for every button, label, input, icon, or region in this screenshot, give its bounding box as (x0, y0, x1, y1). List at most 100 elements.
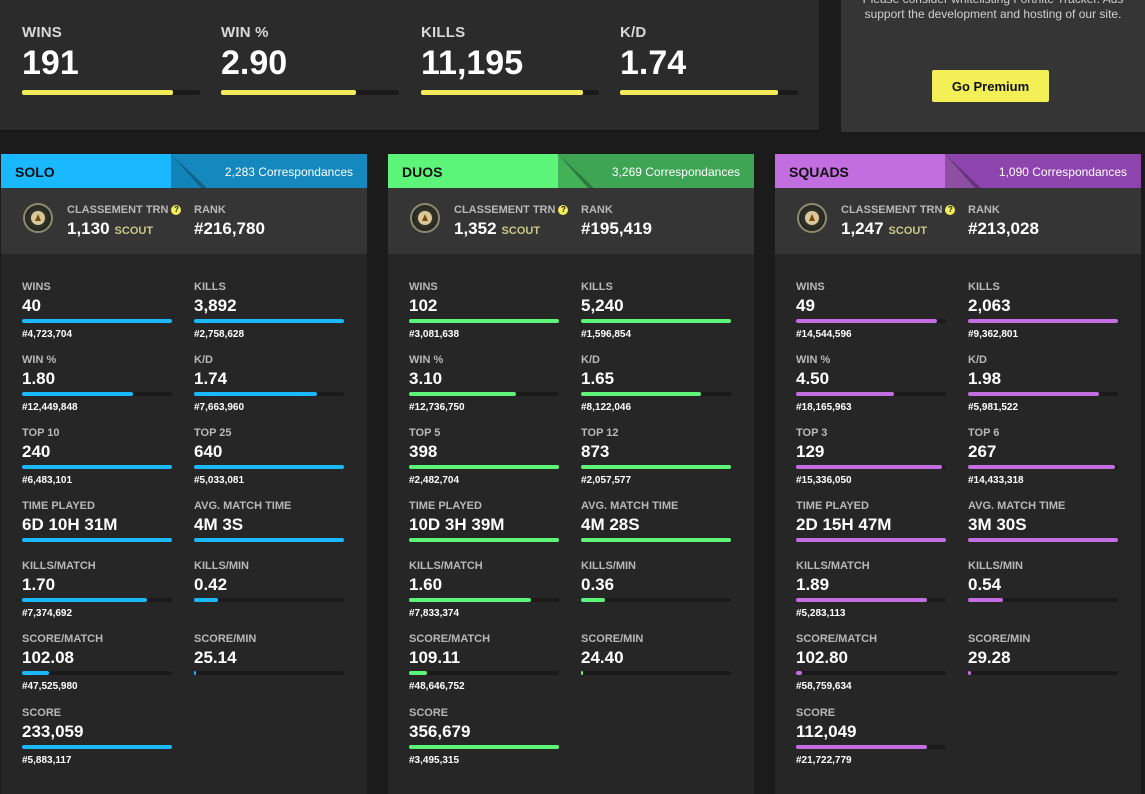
stat-bar (968, 598, 1118, 602)
stat-value: 10D 3H 39M (409, 515, 505, 534)
stat-top-12: TOP 12 873 #2,057,577 (581, 427, 731, 486)
stat-bar (194, 392, 344, 396)
stat-value: 0.36 (581, 575, 615, 594)
stat-value: 1.80 (22, 369, 56, 388)
stat-bar (796, 538, 946, 542)
stat-label: TIME PLAYED (796, 500, 869, 512)
stat-top-6: TOP 6 267 #14,433,318 (968, 427, 1118, 486)
stat-label: SCORE (409, 707, 449, 719)
lifetime-kills: KILLS 11,195 (421, 24, 599, 95)
stat-label: KILLS/MIN (194, 560, 249, 572)
trn-tier: SCOUT (114, 225, 154, 237)
stat-label: K/D (620, 24, 647, 41)
stat-win: WIN % 1.80 #12,449,848 (22, 354, 172, 413)
stat-label: SCORE/MIN (968, 633, 1031, 645)
stat-win: WIN % 4.50 #18,165,963 (796, 354, 946, 413)
trn-rating-label: CLASSEMENT TRN? (454, 204, 569, 216)
stat-rank: #47,525,980 (22, 681, 78, 692)
stat-label: KILLS/MIN (968, 560, 1023, 572)
stat-label: KILLS/MATCH (22, 560, 96, 572)
stat-rank: #9,362,801 (968, 329, 1019, 340)
help-icon[interactable]: ? (945, 205, 956, 215)
stat-bar (968, 538, 1118, 542)
stat-label: WINS (22, 24, 62, 41)
stat-value: 873 (581, 442, 610, 461)
stat-rank: #7,663,960 (194, 402, 245, 413)
stat-label: TOP 12 (581, 427, 619, 439)
rating-row: CLASSEMENT TRN? 1,352 SCOUT RANK #195,419 (388, 188, 754, 254)
ad-notice-text: Please consider whitelisting Fortnite Tr… (863, 0, 1124, 21)
stat-label: SCORE/MATCH (409, 633, 491, 645)
stat-label: WIN % (796, 354, 831, 366)
go-premium-button[interactable]: Go Premium (932, 70, 1049, 102)
stat-time-played: TIME PLAYED 2D 15H 47M (796, 500, 946, 542)
stat-bar (22, 745, 172, 749)
stat-rank: #14,544,596 (796, 329, 852, 340)
stat-value: 40 (22, 296, 41, 315)
stat-value: 0.42 (194, 575, 228, 594)
stat-rank: #7,374,692 (22, 608, 73, 619)
stat-rank: #12,449,848 (22, 402, 78, 413)
stat-top-10: TOP 10 240 #6,483,101 (22, 427, 172, 486)
stat-label: SCORE/MATCH (796, 633, 878, 645)
stat-label: TOP 6 (968, 427, 1000, 439)
stat-score-match: SCORE/MATCH 109.11 #48,646,752 (409, 633, 559, 692)
stat-rank: #5,033,081 (194, 475, 245, 486)
stat-value: 24.40 (581, 648, 624, 667)
stat-score-match: SCORE/MATCH 102.08 #47,525,980 (22, 633, 172, 692)
stat-bar (968, 671, 1118, 675)
stat-value: 1.89 (796, 575, 830, 594)
mode-card-duos: DUOS 3,269 Correspondances CLASSEMENT TRN?… (388, 154, 754, 794)
stat-rank: #2,057,577 (581, 475, 632, 486)
stat-bar (22, 465, 172, 469)
stat-value: 233,059 (22, 722, 84, 741)
stat-bar (22, 598, 172, 602)
trn-rank-icon (23, 203, 53, 233)
stat-bar (581, 598, 731, 602)
stat-value: 1.74 (620, 44, 687, 82)
stat-rank: #15,336,050 (796, 475, 852, 486)
stat-label: TIME PLAYED (22, 500, 95, 512)
stat-bar (581, 671, 731, 675)
stat-time-played: TIME PLAYED 10D 3H 39M (409, 500, 559, 542)
stat-value: 3,892 (194, 296, 237, 315)
stat-rank: #7,833,374 (409, 608, 460, 619)
stat-value: 102.80 (796, 648, 848, 667)
stat-avg-match-time: AVG. MATCH TIME 4M 3S (194, 500, 344, 542)
stat-score: SCORE 356,679 #3,495,315 (409, 707, 559, 766)
stat-wins: WINS 49 #14,544,596 (796, 281, 946, 340)
stat-k-d: K/D 1.98 #5,981,522 (968, 354, 1118, 413)
rank-label: RANK (581, 204, 613, 216)
stat-bar (968, 392, 1118, 396)
stat-rank: #8,122,046 (581, 402, 632, 413)
stat-bar (968, 465, 1118, 469)
stat-bar (796, 671, 946, 675)
stat-value: 640 (194, 442, 223, 461)
stat-win: WIN % 3.10 #12,736,750 (409, 354, 559, 413)
stat-rank: #1,596,854 (581, 329, 632, 340)
stat-bar (620, 90, 798, 95)
stat-bar (581, 392, 731, 396)
stat-avg-match-time: AVG. MATCH TIME 4M 28S (581, 500, 731, 542)
stat-rank: #2,758,628 (194, 329, 245, 340)
mode-header: SQUADS 1,090 Correspondances (775, 154, 1141, 188)
stat-value: 267 (968, 442, 997, 461)
stat-value: 3M 30S (968, 515, 1027, 534)
stat-top-5: TOP 5 398 #2,482,704 (409, 427, 559, 486)
help-icon[interactable]: ? (558, 205, 569, 215)
stat-bar (194, 465, 344, 469)
stat-label: WIN % (22, 354, 57, 366)
stat-label: TIME PLAYED (409, 500, 482, 512)
stat-score: SCORE 233,059 #5,883,117 (22, 707, 172, 766)
stat-value: 2,063 (968, 296, 1011, 315)
stat-value: 3.10 (409, 369, 443, 388)
stat-time-played: TIME PLAYED 6D 10H 31M (22, 500, 172, 542)
stat-bar (22, 671, 172, 675)
lifetime-stats-panel: WINS 191 WIN % 2.90 KILLS 11,195 K/D 1.7… (0, 0, 819, 131)
stat-value: 1.98 (968, 369, 1002, 388)
help-icon[interactable]: ? (171, 205, 182, 215)
stat-label: KILLS (421, 24, 466, 41)
stat-value: 4M 3S (194, 515, 244, 534)
mode-card-solo: SOLO 2,283 Correspondances CLASSEMENT TRN?… (1, 154, 367, 794)
rank-value: #195,419 (581, 219, 652, 238)
